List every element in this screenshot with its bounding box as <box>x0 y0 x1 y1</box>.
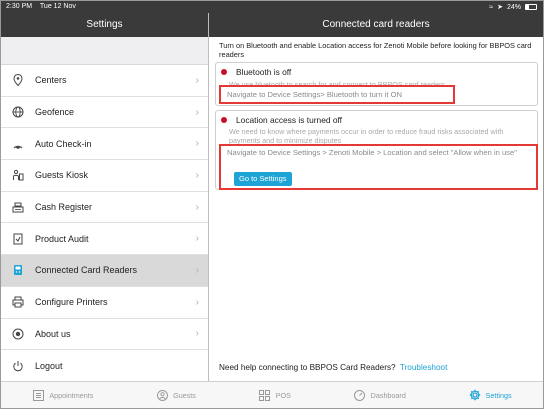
sidebar-item-label: About us <box>35 328 71 339</box>
chevron-right-icon: › <box>195 201 199 213</box>
printer-icon <box>12 296 24 308</box>
pos-grid-icon <box>259 389 271 401</box>
sidebar-item-label: Configure Printers <box>35 297 108 308</box>
bluetooth-instruction: Navigate to Device Settings> Bluetooth t… <box>227 90 402 99</box>
sidebar-item-cash-register[interactable]: Cash Register › <box>1 192 208 224</box>
tab-guests[interactable]: Guests <box>156 389 196 401</box>
signal-icon <box>12 138 24 150</box>
location-status-title: Location access is turned off <box>236 115 342 125</box>
sidebar-item-label: Logout <box>35 360 63 371</box>
chevron-right-icon: › <box>195 296 199 308</box>
sidebar-item-guests-kiosk[interactable]: Guests Kiosk › <box>1 160 208 192</box>
battery-percent: 24% <box>506 3 521 11</box>
sidebar-item-label: Auto Check-in <box>35 138 92 149</box>
dashboard-gauge-icon <box>354 389 366 401</box>
calendar-list-icon <box>32 389 44 401</box>
tab-label: Dashboard <box>370 390 406 400</box>
sidebar-item-label: Cash Register <box>35 202 93 213</box>
tab-label: POS <box>275 390 291 400</box>
power-icon <box>12 360 24 372</box>
settings-sidebar: Centers › Geofence › Auto Check-in › Gue… <box>1 37 208 382</box>
tab-label: Guests <box>173 390 196 400</box>
chevron-right-icon: › <box>195 138 199 150</box>
go-to-settings-button[interactable]: Go to Settings <box>234 172 292 186</box>
status-bar: 2:30 PM Tue 12 Nov ≈ ➤ 24% <box>1 1 543 13</box>
location-alert-dot-icon <box>221 117 227 123</box>
wifi-icon: ≈ <box>489 3 494 11</box>
chevron-right-icon: › <box>195 264 199 276</box>
card-readers-header: Connected card readers <box>209 13 543 37</box>
tab-appointments[interactable]: Appointments <box>32 389 93 401</box>
location-description: We need to know where payments occur in … <box>229 127 504 145</box>
cash-register-icon <box>12 201 24 213</box>
bluetooth-alert-dot-icon <box>221 69 227 75</box>
card-readers-title: Connected card readers <box>322 19 430 30</box>
bluetooth-status-title: Bluetooth is off <box>236 67 292 77</box>
chevron-right-icon: › <box>195 233 199 245</box>
sidebar-item-logout[interactable]: Logout <box>1 350 208 382</box>
bottom-tab-bar: Appointments Guests POS Dashboard Settin… <box>1 381 543 408</box>
location-pin-icon <box>12 74 24 87</box>
chevron-right-icon: › <box>195 106 199 118</box>
tab-label: Appointments <box>49 390 94 400</box>
battery-icon <box>525 4 537 10</box>
troubleshoot-link[interactable]: Troubleshoot <box>400 363 448 372</box>
chevron-right-icon: › <box>195 74 199 86</box>
app-window: 2:30 PM Tue 12 Nov ≈ ➤ 24% Settings Conn… <box>0 0 544 409</box>
sidebar-item-centers[interactable]: Centers › <box>1 65 208 97</box>
sidebar-top-spacer <box>1 37 208 65</box>
bluetooth-instruction-highlight: Navigate to Device Settings> Bluetooth t… <box>219 85 455 104</box>
sidebar-item-geofence[interactable]: Geofence › <box>1 97 208 129</box>
location-arrow-icon: ➤ <box>497 4 503 11</box>
help-text: Need help connecting to BBPOS Card Reade… <box>219 363 396 372</box>
sidebar-item-auto-check-in[interactable]: Auto Check-in › <box>1 128 208 161</box>
chevron-right-icon: › <box>195 169 199 181</box>
tab-dashboard[interactable]: Dashboard <box>354 389 406 401</box>
card-reader-icon <box>12 264 24 276</box>
settings-title: Settings <box>86 19 123 30</box>
sidebar-item-label: Guests Kiosk <box>35 170 89 181</box>
help-footer: Need help connecting to BBPOS Card Reade… <box>219 363 447 372</box>
guest-icon <box>156 389 168 401</box>
chevron-right-icon: › <box>195 328 199 340</box>
audit-icon <box>12 233 24 245</box>
tab-pos[interactable]: POS <box>259 389 291 401</box>
sidebar-item-connected-card-readers[interactable]: Connected Card Readers › <box>1 255 208 287</box>
sidebar-item-label: Connected Card Readers <box>35 265 138 276</box>
intro-text: Turn on Bluetooth and enable Location ac… <box>219 41 532 59</box>
location-instruction: Navigate to Device Settings > Zenoti Mob… <box>227 148 517 157</box>
info-icon <box>12 328 24 340</box>
status-date: Tue 12 Nov <box>39 3 76 10</box>
sidebar-item-label: Centers <box>35 75 67 86</box>
kiosk-icon <box>12 169 24 181</box>
gear-icon <box>469 389 481 401</box>
sidebar-item-label: Geofence <box>35 107 75 118</box>
status-time: 2:30 PM <box>6 3 33 10</box>
sidebar-item-label: Product Audit <box>35 233 89 244</box>
sidebar-item-configure-printers[interactable]: Configure Printers › <box>1 287 208 319</box>
tab-settings[interactable]: Settings <box>469 389 512 401</box>
globe-icon <box>12 106 24 118</box>
sidebar-item-about-us[interactable]: About us › <box>1 319 208 351</box>
sidebar-item-product-audit[interactable]: Product Audit › <box>1 223 208 256</box>
location-instruction-highlight: Navigate to Device Settings > Zenoti Mob… <box>219 144 538 190</box>
card-readers-panel: Turn on Bluetooth and enable Location ac… <box>209 37 543 381</box>
tab-label: Settings <box>485 390 512 400</box>
settings-header: Settings <box>1 13 208 37</box>
